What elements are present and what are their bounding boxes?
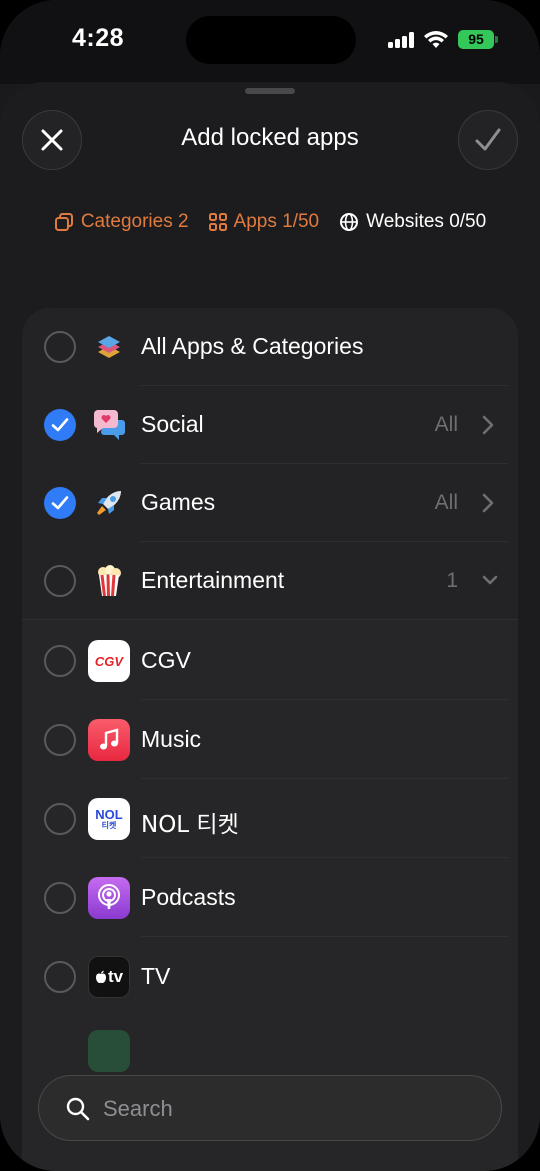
list-item-label: Music (141, 726, 202, 752)
music-app-icon (88, 719, 130, 761)
popcorn-icon (90, 562, 128, 600)
phone-screen: 4:28 95 Add locked apps Categories 2 App… (0, 0, 540, 1171)
globe-icon (340, 213, 359, 231)
nol-logo-text: NOL (95, 807, 123, 822)
rocket-icon (90, 484, 128, 522)
categories-icon (54, 213, 73, 231)
select-radio[interactable] (44, 565, 76, 597)
list-item-detail: 1 (446, 569, 458, 592)
status-bar: 4:28 95 (0, 0, 540, 84)
add-locked-apps-sheet: Add locked apps Categories 2 Apps 1/50 W… (0, 82, 540, 1171)
search-bar[interactable] (38, 1075, 502, 1141)
nol-app-icon: NOL 티켓 (88, 798, 130, 840)
search-input[interactable] (103, 1088, 483, 1130)
list-item-music[interactable]: Music (22, 700, 518, 779)
list-item-label: All Apps & Categories (141, 333, 364, 359)
list-item-label: Social (141, 411, 204, 437)
chevron-right-icon[interactable] (480, 414, 496, 436)
list-item-all-apps-categories[interactable]: All Apps & Categories (22, 308, 518, 386)
cgv-logo-text: CGV (94, 653, 124, 669)
list-item-label: NOL 티켓 (141, 812, 239, 838)
search-icon (66, 1097, 90, 1121)
tv-app-icon: tv (88, 956, 130, 998)
categories-count[interactable]: Categories 2 (54, 211, 189, 233)
cgv-app-icon: CGV (88, 640, 130, 682)
select-radio[interactable] (44, 724, 76, 756)
apps-count[interactable]: Apps 1/50 (208, 211, 320, 233)
list-item-label: Podcasts (141, 884, 236, 910)
select-radio-checked[interactable] (44, 409, 76, 441)
status-time: 4:28 (72, 24, 125, 52)
list-item-detail: All (434, 413, 458, 436)
list-item-tv[interactable]: tv TV (22, 937, 518, 1016)
select-radio[interactable] (44, 961, 76, 993)
battery-level: 95 (468, 31, 484, 47)
dynamic-island (186, 16, 356, 64)
layers-icon (90, 328, 128, 366)
nol-logo-subtext: 티켓 (101, 821, 117, 830)
done-button[interactable] (458, 110, 518, 170)
apps-grid-icon (208, 213, 227, 231)
list-item-social[interactable]: Social All (22, 386, 518, 464)
list-item-label: CGV (141, 647, 191, 673)
app-category-list: All Apps & Categories Social All Games A… (22, 308, 518, 1171)
chevron-down-icon[interactable] (480, 570, 500, 592)
list-item-entertainment[interactable]: Entertainment 1 (22, 542, 518, 620)
select-radio-checked[interactable] (44, 487, 76, 519)
sheet-grabber[interactable] (245, 88, 295, 94)
checkmark-icon (51, 496, 69, 510)
podcasts-app-icon (88, 877, 130, 919)
list-item-label: Games (141, 489, 216, 515)
battery-indicator: 95 (458, 30, 498, 49)
apps-count-label: Apps 1/50 (233, 211, 320, 232)
chevron-right-icon[interactable] (480, 492, 496, 514)
categories-count-label: Categories 2 (80, 211, 189, 232)
select-radio[interactable] (44, 882, 76, 914)
tv-logo-text: tv (107, 967, 124, 986)
wifi-icon (424, 31, 448, 48)
list-item-cgv[interactable]: CGV CGV (22, 621, 518, 700)
list-item-games[interactable]: Games All (22, 464, 518, 542)
list-item-label: TV (141, 963, 171, 989)
list-item-label: Entertainment (141, 567, 285, 593)
select-radio[interactable] (44, 331, 76, 363)
select-radio[interactable] (44, 803, 76, 835)
select-radio[interactable] (44, 645, 76, 677)
cellular-signal-icon (388, 32, 414, 48)
hidden-app-icon (88, 1030, 130, 1072)
list-item-podcasts[interactable]: Podcasts (22, 858, 518, 937)
websites-count-label: Websites 0/50 (366, 211, 487, 232)
chat-heart-icon (90, 406, 128, 444)
websites-count[interactable]: Websites 0/50 (339, 211, 486, 233)
selection-counts: Categories 2 Apps 1/50 Websites 0/50 (0, 208, 540, 236)
list-item-detail: All (434, 491, 458, 514)
list-item-nol-ticket[interactable]: NOL 티켓 NOL 티켓 (22, 779, 518, 858)
checkmark-icon (475, 128, 501, 151)
checkmark-icon (51, 418, 69, 432)
